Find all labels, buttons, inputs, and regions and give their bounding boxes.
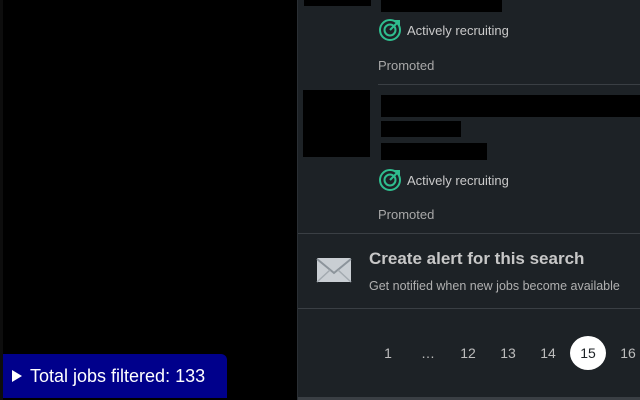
company-logo-redacted [303,90,370,157]
job-title-redacted [381,0,502,12]
target-icon [379,19,401,41]
company-logo-redacted [304,0,371,6]
page-button-13[interactable]: 13 [488,336,528,370]
total-jobs-filtered-badge[interactable]: Total jobs filtered: 133 [3,354,227,398]
divider [298,233,640,234]
job-list-pane: Actively recruiting Promoted Actively re… [297,0,640,400]
promoted-label: Promoted [378,58,435,73]
alert-title[interactable]: Create alert for this search [369,249,584,269]
triangle-right-icon [12,370,22,382]
company-name-redacted [381,121,461,137]
left-edge [0,0,3,400]
recruiting-status: Actively recruiting [378,168,509,192]
envelope-icon [316,258,352,283]
recruiting-status: Actively recruiting [378,18,509,42]
total-jobs-filtered-label: Total jobs filtered: 133 [30,365,206,386]
page-button-16[interactable]: 16 [608,336,640,370]
page-ellipsis[interactable]: … [408,336,448,370]
page-button-15-current[interactable]: 15 [568,336,608,370]
page-button-12[interactable]: 12 [448,336,488,370]
alert-subtitle: Get notified when new jobs become availa… [369,279,620,293]
recruiting-label: Actively recruiting [407,22,509,38]
recruiting-label: Actively recruiting [407,172,509,188]
left-pane [0,0,297,400]
target-icon [379,169,401,191]
location-redacted [381,143,487,160]
page-button-1[interactable]: 1 [368,336,408,370]
job-title-redacted [381,95,640,117]
page-button-14[interactable]: 14 [528,336,568,370]
divider [298,308,640,309]
pagination: 1 … 12 13 14 15 16 [368,336,640,370]
divider [378,84,640,85]
promoted-label: Promoted [378,207,435,222]
